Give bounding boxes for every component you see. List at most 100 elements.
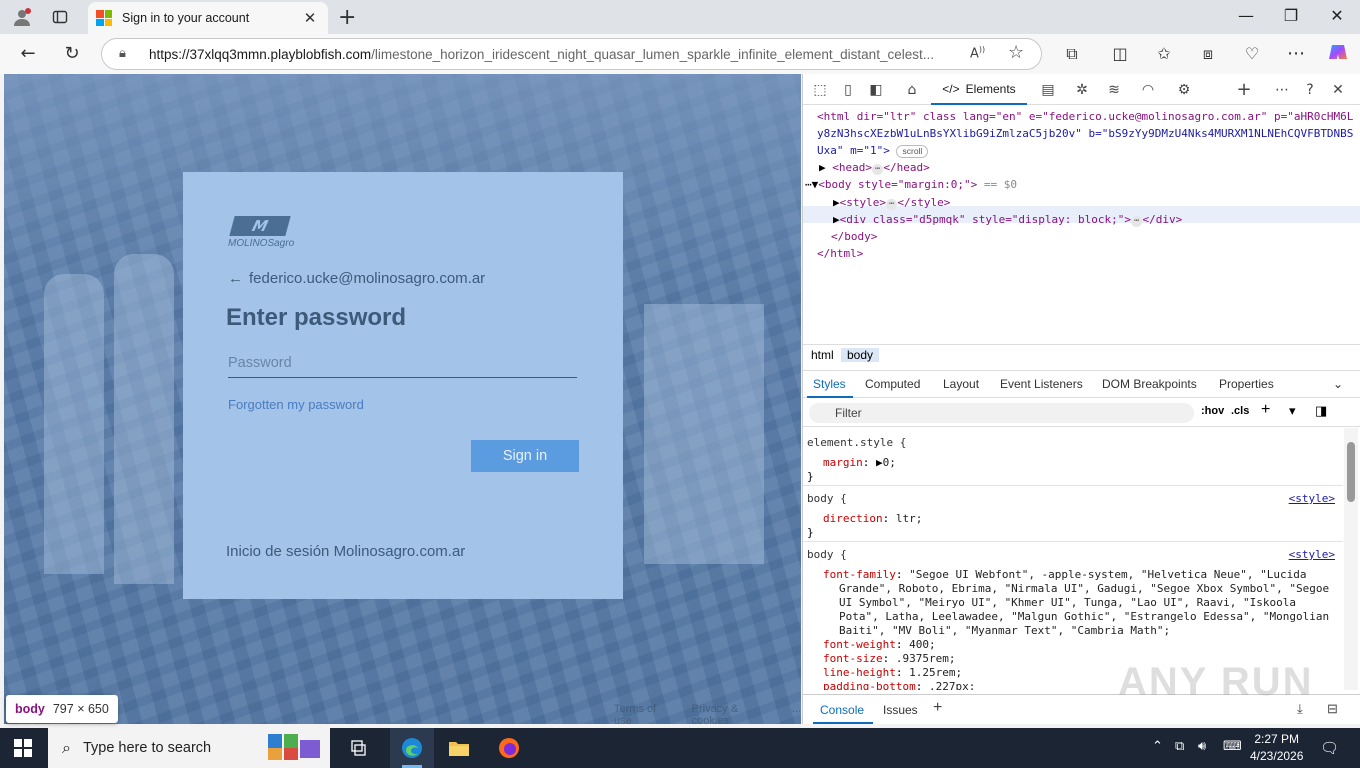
password-input[interactable] bbox=[228, 348, 577, 378]
help-icon[interactable]: ? bbox=[1299, 79, 1321, 101]
devtools-more-icon[interactable]: ⋯ bbox=[1271, 79, 1293, 101]
welcome-home-icon[interactable]: ⌂ bbox=[901, 79, 923, 101]
sources-bug-icon[interactable]: ✲ bbox=[1071, 79, 1093, 101]
dom-html-line-1[interactable]: <html dir="ltr" class lang="en" e="feder… bbox=[817, 108, 1353, 125]
performance-icon[interactable]: ◠ bbox=[1137, 79, 1159, 101]
footer-link-more[interactable]: ... bbox=[792, 703, 801, 724]
minimize-icon[interactable]: — bbox=[1234, 6, 1258, 25]
expand-drawer-icon[interactable]: ⊟ bbox=[1327, 701, 1338, 717]
rule-element-style[interactable]: element.style { margin: ▶0; } bbox=[807, 436, 906, 484]
tray-chevron-up-icon[interactable]: ⌃ bbox=[1152, 739, 1163, 754]
chevron-down-icon[interactable]: ⌄ bbox=[1333, 377, 1343, 391]
collapsed-ellipsis[interactable]: ⋯ bbox=[872, 164, 884, 175]
console-tab-icon[interactable]: ▤ bbox=[1037, 79, 1059, 101]
taskbar-clock[interactable]: 2:27 PM 4/23/2026 bbox=[1250, 731, 1303, 765]
profile-icon[interactable] bbox=[10, 6, 34, 28]
url-text[interactable]: https://37xlqq3mmn.playblobfish.com/lime… bbox=[149, 47, 961, 62]
tab-layout[interactable]: Layout bbox=[943, 377, 979, 391]
tab-issues[interactable]: Issues bbox=[883, 703, 918, 717]
dom-div-line[interactable]: ▶<div class="d5pmqk" style="display: blo… bbox=[833, 211, 1182, 228]
split-screen-icon[interactable]: ◫ bbox=[1108, 42, 1132, 66]
new-rule-plus-icon[interactable]: + bbox=[1261, 401, 1270, 419]
refresh-icon[interactable]: ↻ bbox=[60, 42, 84, 66]
browser-essentials-icon[interactable]: ♡ bbox=[1240, 42, 1264, 66]
footer-link-terms[interactable]: Terms of use bbox=[614, 703, 674, 724]
expand-triangle-icon[interactable]: ▶ bbox=[833, 196, 840, 209]
firefox-icon[interactable] bbox=[487, 728, 531, 768]
rule-body-direction[interactable]: body { direction: ltr; } bbox=[807, 492, 922, 540]
tab-elements[interactable]: </> Elements bbox=[931, 74, 1027, 105]
styles-pane[interactable]: element.style { margin: ▶0; } <style> bo… bbox=[803, 428, 1343, 690]
extensions-icon[interactable]: ⧉ bbox=[1060, 42, 1084, 66]
inspect-element-icon[interactable]: ⬚ bbox=[809, 79, 831, 101]
breadcrumb-html[interactable]: html bbox=[811, 348, 834, 362]
devtools-close-icon[interactable]: ✕ bbox=[1327, 79, 1349, 101]
forgot-password-link[interactable]: Forgotten my password bbox=[228, 397, 364, 412]
file-explorer-icon[interactable] bbox=[437, 728, 481, 768]
settings-more-icon[interactable]: ⋯ bbox=[1284, 42, 1308, 66]
sign-in-button[interactable]: Sign in bbox=[471, 440, 579, 472]
favorite-star-icon[interactable]: ☆ bbox=[1008, 42, 1024, 63]
collapsed-ellipsis[interactable]: ⋯ bbox=[885, 199, 898, 210]
dom-style-line[interactable]: ▶<style> ⋯ </style> bbox=[833, 194, 950, 211]
new-tab-icon[interactable]: + bbox=[338, 5, 356, 30]
windows-start-icon[interactable] bbox=[14, 739, 32, 757]
notifications-icon[interactable]: 🗨︎ bbox=[1320, 739, 1339, 757]
element-state-icon[interactable]: ▾ bbox=[1289, 403, 1296, 419]
styles-filter-input[interactable] bbox=[809, 403, 1194, 423]
dom-html-line-3[interactable]: Uxa" m="1"> scroll bbox=[817, 142, 929, 159]
active-tab[interactable]: Sign in to your account ✕ bbox=[88, 2, 328, 34]
tab-properties[interactable]: Properties bbox=[1219, 377, 1274, 391]
network-icon[interactable]: ⧉ bbox=[1175, 739, 1184, 754]
tab-styles[interactable]: Styles bbox=[813, 377, 846, 391]
dom-tree[interactable]: <html dir="ltr" class lang="en" e="feder… bbox=[803, 106, 1360, 342]
back-arrow-icon[interactable]: ← bbox=[16, 42, 40, 66]
more-tools-plus-icon[interactable]: + bbox=[1233, 79, 1255, 101]
collections-icon[interactable]: ⧈ bbox=[1196, 42, 1220, 66]
tab-actions-icon[interactable] bbox=[48, 6, 72, 28]
rule-source-link[interactable]: <style> bbox=[1289, 492, 1335, 506]
settings-gear-icon[interactable]: ⚙ bbox=[1173, 79, 1195, 101]
taskbar-search-box[interactable]: ⌕ Type here to search bbox=[48, 728, 330, 768]
expand-triangle-icon[interactable]: ▶ bbox=[833, 213, 840, 226]
tab-event-listeners[interactable]: Event Listeners bbox=[1000, 377, 1083, 391]
dom-html-close[interactable]: </html> bbox=[817, 245, 863, 262]
tab-computed[interactable]: Computed bbox=[865, 377, 920, 391]
favorites-icon[interactable]: ✩ bbox=[1152, 42, 1176, 66]
tab-close-icon[interactable]: ✕ bbox=[298, 9, 322, 27]
toggle-sidebar-icon[interactable]: ◨ bbox=[1315, 403, 1327, 419]
device-emulation-icon[interactable]: ▯ bbox=[837, 79, 859, 101]
expand-triangle-icon[interactable]: ▶ bbox=[876, 456, 883, 469]
dom-head-line[interactable]: ▶ <head> ⋯ </head> bbox=[819, 159, 930, 176]
back-arrow-icon[interactable]: ← bbox=[228, 270, 243, 287]
read-aloud-icon[interactable]: A)) bbox=[970, 45, 985, 61]
scrollbar-thumb[interactable] bbox=[1347, 442, 1355, 502]
identity-banner[interactable]: ← federico.ucke@molinosagro.com.ar bbox=[228, 270, 485, 287]
network-wifi-icon[interactable]: ≋ bbox=[1103, 79, 1125, 101]
footer-link-privacy[interactable]: Privacy & cookies bbox=[692, 703, 774, 724]
add-drawer-tab-plus-icon[interactable]: + bbox=[933, 699, 942, 717]
window-close-icon[interactable]: ✕ bbox=[1325, 6, 1349, 25]
dock-side-icon[interactable]: ◧ bbox=[865, 79, 887, 101]
task-view-icon[interactable] bbox=[338, 728, 382, 768]
tab-console[interactable]: Console bbox=[820, 703, 864, 717]
styles-scrollbar[interactable] bbox=[1344, 428, 1358, 690]
copilot-icon[interactable] bbox=[1326, 42, 1350, 66]
collapsed-ellipsis[interactable]: ⋯ bbox=[1131, 216, 1143, 227]
tab-dom-breakpoints[interactable]: DOM Breakpoints bbox=[1102, 377, 1197, 391]
language-icon[interactable]: ⌨ bbox=[1223, 739, 1242, 754]
breadcrumb-body[interactable]: body bbox=[841, 348, 880, 362]
address-bar[interactable]: 🔒︎ https://37xlqq3mmn.playblobfish.com/l… bbox=[101, 38, 1042, 70]
dom-body-close[interactable]: </body> bbox=[831, 228, 877, 245]
lock-icon[interactable]: 🔒︎ bbox=[119, 46, 126, 61]
scroll-badge[interactable]: scroll bbox=[896, 145, 929, 158]
edge-taskbar-icon[interactable] bbox=[390, 728, 434, 768]
dom-body-line[interactable]: ⋯▼<body style="margin:0;"> == $0 bbox=[805, 176, 1017, 193]
volume-icon[interactable]: 🔊︎ bbox=[1198, 739, 1206, 754]
devtools-toolbar: ⬚ ▯ ◧ ⌂ </> Elements ▤ ✲ ≋ ◠ ⚙ + ⋯ ? ✕ bbox=[803, 74, 1360, 105]
hover-state-toggle[interactable]: :hov bbox=[1201, 405, 1224, 417]
expand-triangle-icon[interactable]: ▶ bbox=[819, 161, 826, 174]
restore-icon[interactable]: ❐ bbox=[1279, 6, 1303, 25]
dom-html-line-2[interactable]: y8zN3hscXEzbW1uLnBsYXlibG9iZmlzaC5jb20v"… bbox=[817, 125, 1353, 142]
class-toggle[interactable]: .cls bbox=[1231, 405, 1249, 417]
